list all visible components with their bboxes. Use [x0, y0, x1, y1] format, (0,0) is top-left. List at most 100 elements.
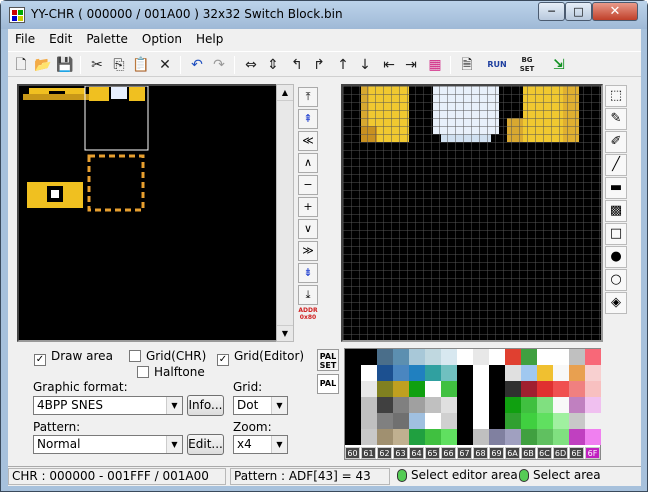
palette-color-cell[interactable]	[569, 413, 585, 429]
palette-color-cell[interactable]	[505, 349, 521, 365]
graphic-format-select[interactable]: 4BPP SNES ▼	[33, 396, 183, 415]
palette-color-cell[interactable]	[409, 397, 425, 413]
palette-color-cell[interactable]	[569, 429, 585, 445]
cut-icon[interactable]: ✂	[86, 54, 108, 76]
rotate-left-icon[interactable]: ↰	[286, 54, 308, 76]
palette-color-cell[interactable]	[361, 413, 377, 429]
palette-color-cell[interactable]	[505, 397, 521, 413]
scroll-down-icon[interactable]: ▼	[277, 325, 293, 341]
new-file-icon[interactable]: 🗋	[10, 54, 32, 76]
halftone-checkbox[interactable]: Halftone	[137, 365, 205, 379]
palette-color-cell[interactable]	[393, 381, 409, 397]
palette-color-cell[interactable]	[473, 429, 489, 445]
select-tool-icon[interactable]: ⬚	[605, 85, 627, 107]
palette-color-cell[interactable]	[361, 381, 377, 397]
grid-editor-check-icon[interactable]: ✓	[217, 354, 229, 366]
palette-color-cell[interactable]	[377, 413, 393, 429]
maximize-button[interactable]: □	[565, 2, 592, 21]
fill-tool-icon[interactable]: ◈	[605, 292, 627, 314]
edit-button[interactable]: Edit...	[187, 434, 224, 455]
palette-color-cell[interactable]	[553, 349, 569, 365]
palette-color-cell[interactable]	[393, 429, 409, 445]
palette-color-cell[interactable]	[521, 397, 537, 413]
palette-color-cell[interactable]	[377, 429, 393, 445]
palette-color-cell[interactable]	[569, 365, 585, 381]
palette-color-cell[interactable]	[409, 365, 425, 381]
pal-set-tab[interactable]: PAL SET	[317, 349, 339, 371]
menu-option[interactable]: Option	[135, 29, 189, 49]
palette-grid[interactable]: 60 61 62 63 64 65 66 67 68 69 6A 6B 6C 6D 6E 6F	[344, 348, 601, 460]
pal-tab[interactable]: PAL	[317, 374, 339, 394]
palette-color-cell[interactable]	[569, 349, 585, 365]
palette-color-cell[interactable]	[361, 429, 377, 445]
palette-color-cell[interactable]	[393, 397, 409, 413]
palette-color-cell[interactable]	[409, 413, 425, 429]
paste-icon[interactable]: 📋	[130, 54, 152, 76]
addr-label[interactable]: ADDR 0x80	[298, 307, 318, 321]
palette-color-cell[interactable]	[585, 429, 601, 445]
pen-tool-icon[interactable]: ✎	[605, 108, 627, 130]
palette-color-cell[interactable]	[537, 381, 553, 397]
editor-view[interactable]	[341, 84, 603, 342]
flip-vertical-icon[interactable]: ⇕	[262, 54, 284, 76]
pattern-select[interactable]: Normal ▼	[33, 435, 183, 454]
palette-color-cell[interactable]	[441, 349, 457, 365]
circle-tool-icon[interactable]: ○	[605, 269, 627, 291]
menu-palette[interactable]: Palette	[79, 29, 135, 49]
palette-color-cell[interactable]	[537, 413, 553, 429]
palette-color-cell[interactable]	[505, 413, 521, 429]
chr-scrollbar[interactable]: ▲ ▼	[276, 84, 294, 342]
nav-top-button[interactable]: ⤒	[298, 87, 318, 107]
nav-fast-up-button[interactable]: ≪	[298, 131, 318, 151]
scroll-up-icon[interactable]: ▲	[277, 85, 293, 101]
palette-color-cell[interactable]	[345, 429, 361, 445]
run-icon[interactable]: RUN	[486, 54, 508, 76]
palette-color-cell[interactable]	[521, 365, 537, 381]
grid-chr-check-icon[interactable]	[129, 350, 141, 362]
palette-color-cell[interactable]	[377, 397, 393, 413]
palette-color-cell[interactable]	[505, 429, 521, 445]
nav-down-button[interactable]: ∨	[298, 219, 318, 239]
shift-down-icon[interactable]: ↓	[354, 54, 376, 76]
nav-plus-button[interactable]: +	[298, 197, 318, 217]
palette-color-cell[interactable]	[377, 365, 393, 381]
palette-color-cell[interactable]	[441, 413, 457, 429]
palette-color-cell[interactable]	[489, 413, 505, 429]
export-icon[interactable]: 🗎	[456, 54, 478, 76]
pattern-tool-icon[interactable]: ▩	[605, 200, 627, 222]
palette-color-cell[interactable]	[393, 365, 409, 381]
palette-color-cell[interactable]	[553, 381, 569, 397]
minimize-button[interactable]: ─	[538, 2, 565, 21]
palette-color-cell[interactable]	[473, 397, 489, 413]
palette-color-cell[interactable]	[553, 429, 569, 445]
open-folder-icon[interactable]: 📂	[32, 54, 54, 76]
chevron-down-icon[interactable]: ▼	[166, 436, 182, 453]
palette-color-cell[interactable]	[425, 365, 441, 381]
palette-color-cell[interactable]	[585, 413, 601, 429]
save-icon[interactable]: 💾	[54, 54, 76, 76]
redo-icon[interactable]: ↷	[208, 54, 230, 76]
palette-swap-icon[interactable]: ▦	[424, 54, 446, 76]
shift-left-icon[interactable]: ⇤	[378, 54, 400, 76]
palette-color-cell[interactable]	[553, 365, 569, 381]
palette-color-cell[interactable]	[473, 349, 489, 365]
palette-color-cell[interactable]	[345, 381, 361, 397]
flip-horizontal-icon[interactable]: ⇔	[240, 54, 262, 76]
nav-minus-button[interactable]: −	[298, 175, 318, 195]
palette-color-cell[interactable]	[585, 397, 601, 413]
palette-color-cell[interactable]	[393, 349, 409, 365]
shift-right-icon[interactable]: ⇥	[400, 54, 422, 76]
line-tool-icon[interactable]: ╱	[605, 154, 627, 176]
chevron-down-icon[interactable]: ▼	[166, 397, 182, 414]
title-bar[interactable]: YY-CHR ( 000000 / 001A00 ) 32x32 Switch …	[1, 1, 647, 29]
nav-fast-down-button[interactable]: ≫	[298, 241, 318, 261]
palette-color-cell[interactable]	[425, 381, 441, 397]
nav-page-up-button[interactable]: ⇞	[298, 109, 318, 129]
palette-color-cell[interactable]	[345, 397, 361, 413]
palette-color-cell[interactable]	[409, 429, 425, 445]
palette-color-cell[interactable]	[473, 381, 489, 397]
palette-color-cell[interactable]	[489, 381, 505, 397]
palette-color-cell[interactable]	[489, 365, 505, 381]
palette-color-cell[interactable]	[585, 349, 601, 365]
chevron-down-icon[interactable]: ▼	[271, 436, 287, 453]
